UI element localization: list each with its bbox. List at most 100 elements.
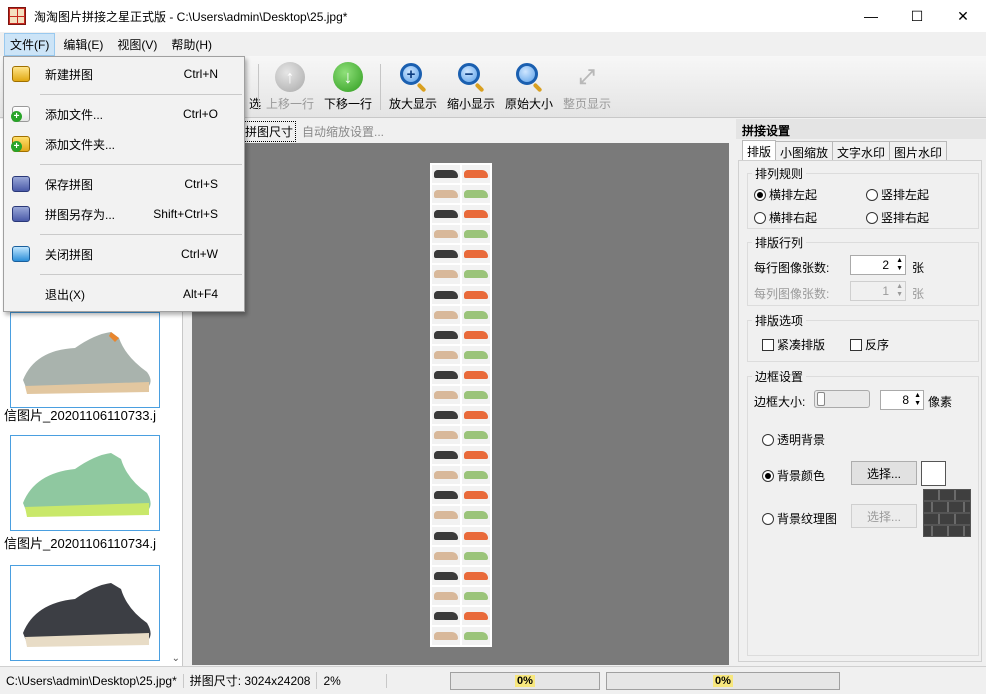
radio-bg-color[interactable]: 背景颜色: [762, 467, 825, 484]
close-collage-icon: [12, 246, 30, 262]
menu-view[interactable]: 视图(V): [111, 33, 163, 56]
close-button[interactable]: ✕: [940, 0, 986, 32]
thumbnail-caption: 信图片_20201106110734.j: [4, 536, 157, 551]
spin-arrows-icon[interactable]: ▲ ▼: [896, 283, 903, 299]
radio-dot: [866, 188, 878, 201]
thumbnail-image[interactable]: [10, 565, 160, 661]
bg-color-swatch[interactable]: [921, 461, 946, 486]
minimize-button[interactable]: —: [848, 0, 894, 32]
tab-thumbnail-scale[interactable]: 小图缩放: [775, 141, 834, 160]
collage-tile: [432, 546, 460, 565]
radio-label: 背景颜色: [777, 469, 826, 483]
progress-bar-1: 0%: [450, 672, 600, 690]
magnifier-icon: [514, 62, 544, 93]
menu-item-label: 拼图另存为...: [45, 207, 116, 222]
settings-tabs: 排版 小图缩放 文字水印 图片水印: [742, 140, 948, 161]
fit-page-button[interactable]: ⤢ 整页显示: [559, 62, 615, 112]
save-as-icon: [12, 206, 30, 222]
radio-row-left[interactable]: 横排左起: [754, 186, 817, 203]
sneaker-image: [434, 451, 458, 460]
collage-tile: [432, 205, 460, 224]
sneaker-image: [464, 310, 488, 319]
title-bar: 淘淘图片拼接之星正式版 - C:\Users\admin\Desktop\25.…: [0, 0, 986, 32]
maximize-button[interactable]: ☐: [894, 0, 940, 32]
sneaker-image: [464, 250, 488, 259]
collage-tile: [462, 185, 490, 204]
per-col-stepper[interactable]: 1 ▲ ▼: [850, 281, 906, 301]
spin-arrows-icon[interactable]: ▲ ▼: [914, 392, 921, 408]
collage-tile: [462, 526, 490, 545]
checkbox-label: 紧凑排版: [777, 338, 826, 352]
tab-image-watermark[interactable]: 图片水印: [889, 141, 948, 160]
toolbar-separator: [380, 64, 381, 110]
choose-color-button[interactable]: 选择...: [851, 461, 917, 485]
collage-tile: [462, 586, 490, 605]
tab-layout[interactable]: 排版: [742, 140, 777, 161]
menu-new-collage[interactable]: 新建拼图 Ctrl+N: [4, 62, 244, 86]
checkbox-box: [850, 338, 862, 351]
collage-tile: [462, 566, 490, 585]
radio-bg-texture[interactable]: 背景纹理图: [762, 510, 837, 527]
reverse-order-checkbox[interactable]: 反序: [850, 336, 889, 353]
auto-zoom-settings-link[interactable]: 自动缩放设置...: [302, 123, 384, 140]
brick-texture-preview: [923, 489, 971, 537]
move-down-label: 下移一行: [323, 97, 372, 111]
arrange-rule-group: 排列规则 横排左起 竖排左起 横排右起 竖排右起: [747, 165, 979, 229]
collage-tile: [432, 446, 460, 465]
border-size-stepper[interactable]: 8 ▲ ▼: [880, 390, 924, 410]
zoom-in-button[interactable]: + 放大显示: [385, 62, 441, 112]
radio-transparent-bg[interactable]: 透明背景: [762, 431, 825, 448]
per-col-label: 每列图像张数:: [754, 287, 830, 301]
original-size-button[interactable]: 原始大小: [501, 62, 557, 112]
move-down-button[interactable]: ↓ 下移一行: [320, 62, 376, 112]
sneaker-image: [464, 571, 488, 580]
radio-label: 竖排左起: [881, 188, 930, 202]
fit-page-label: 整页显示: [562, 97, 611, 111]
choose-texture-button[interactable]: 选择...: [851, 504, 917, 528]
menu-help[interactable]: 帮助(H): [165, 33, 218, 56]
menu-close-collage[interactable]: 关闭拼图 Ctrl+W: [4, 242, 244, 266]
slider-handle[interactable]: [817, 392, 825, 406]
menu-item-shortcut: Ctrl+O: [182, 107, 218, 121]
sneaker-image: [434, 270, 458, 279]
radio-col-left[interactable]: 竖排左起: [866, 186, 929, 203]
compact-layout-checkbox[interactable]: 紧凑排版: [762, 336, 825, 353]
arrow-up-icon: ↑: [275, 62, 305, 92]
collage-canvas[interactable]: [192, 143, 729, 665]
menu-item-label: 保存拼图: [45, 177, 94, 192]
sneaker-image: [464, 551, 488, 560]
collage-tile: [462, 446, 490, 465]
spin-arrows-icon[interactable]: ▲ ▼: [896, 257, 903, 273]
zoom-out-button[interactable]: − 缩小显示: [443, 62, 499, 112]
collage-tile: [462, 205, 490, 224]
menu-edit[interactable]: 编辑(E): [57, 33, 109, 56]
menu-exit[interactable]: 退出(X) Alt+F4: [4, 282, 244, 306]
tab-text-watermark[interactable]: 文字水印: [832, 141, 891, 160]
collage-tile: [462, 506, 490, 525]
collage-tile: [462, 285, 490, 304]
collage-tile: [432, 325, 460, 344]
menu-item-shortcut: Ctrl+N: [183, 67, 218, 81]
sneaker-image: [434, 230, 458, 239]
thumbnail-image[interactable]: [10, 435, 160, 531]
per-row-value: 2: [882, 258, 889, 272]
menu-separator: [40, 234, 242, 235]
thumbnail-image[interactable]: [10, 312, 160, 408]
border-size-slider[interactable]: [814, 390, 870, 408]
border-settings-title: 边框设置: [752, 368, 807, 385]
per-row-stepper[interactable]: 2 ▲ ▼: [850, 255, 906, 275]
collage-tile: [432, 285, 460, 304]
scroll-down-icon[interactable]: ⌄: [172, 653, 180, 664]
sneaker-image: [23, 332, 151, 394]
menu-file[interactable]: 文件(F): [4, 32, 56, 56]
menu-add-folder[interactable]: 添加文件夹...: [4, 132, 244, 156]
radio-col-right[interactable]: 竖排右起: [866, 209, 929, 226]
collage-tile: [432, 385, 460, 404]
menu-save-collage[interactable]: 保存拼图 Ctrl+S: [4, 172, 244, 196]
menu-save-as[interactable]: 拼图另存为... Shift+Ctrl+S: [4, 202, 244, 226]
border-size-unit: 像素: [928, 395, 953, 409]
menu-add-file[interactable]: 添加文件... Ctrl+O: [4, 102, 244, 126]
move-up-button[interactable]: ↑ 上移一行: [262, 62, 318, 112]
per-col-value: 1: [882, 284, 889, 298]
radio-row-right[interactable]: 横排右起: [754, 209, 817, 226]
